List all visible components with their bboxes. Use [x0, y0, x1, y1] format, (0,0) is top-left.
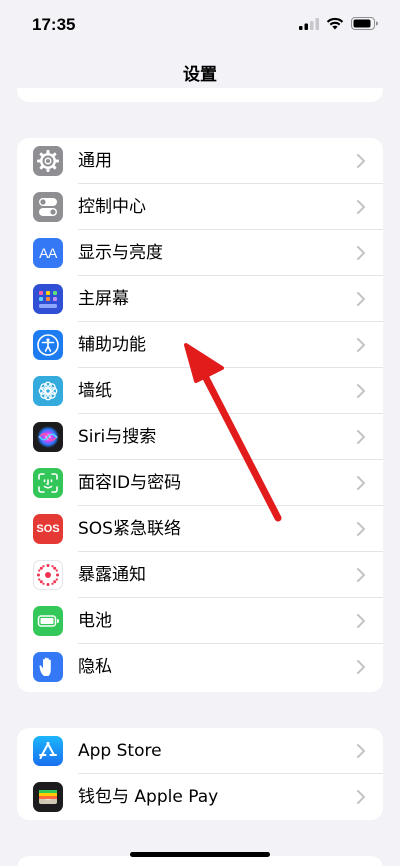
status-icons — [299, 17, 378, 30]
wallet-icon — [33, 782, 63, 812]
battery-status-icon — [351, 17, 378, 30]
settings-row-label: 钱包与 Apple Pay — [78, 787, 219, 807]
settings-row-emergency-sos[interactable]: SOS SOS紧急联络 — [17, 506, 383, 552]
chevron-right-icon — [357, 200, 365, 214]
settings-row-app-store[interactable]: App Store — [17, 728, 383, 774]
flower-icon — [33, 376, 63, 406]
settings-row-label: 暴露通知 — [78, 565, 146, 585]
settings-row-control-center[interactable]: 控制中心 — [17, 184, 383, 230]
settings-row-exposure-notifications[interactable]: 暴露通知 — [17, 552, 383, 598]
exposure-icon — [33, 560, 63, 590]
status-bar: 17:35 — [0, 0, 400, 50]
settings-row-wallet-apple-pay[interactable]: 钱包与 Apple Pay — [17, 774, 383, 820]
wifi-icon — [326, 17, 344, 30]
settings-row-label: 面容ID与密码 — [78, 473, 182, 493]
accessibility-icon — [33, 330, 63, 360]
aa-icon: AA — [33, 238, 63, 268]
settings-row-label: 显示与亮度 — [78, 243, 163, 263]
settings-row-label: App Store — [78, 741, 162, 761]
settings-group-main: 通用 控制中心 AA 显示与亮度 主屏幕 辅助功能 墙纸 Siri与搜索 面容I… — [17, 138, 383, 692]
chevron-right-icon — [357, 790, 365, 804]
aa-icon-text: AA — [39, 245, 57, 261]
settings-row-general[interactable]: 通用 — [17, 138, 383, 184]
home-screen-grid-icon — [33, 284, 63, 314]
previous-group-edge — [17, 88, 383, 102]
settings-row-label: 辅助功能 — [78, 335, 146, 355]
hand-icon — [33, 652, 63, 682]
settings-row-label: 主屏幕 — [78, 289, 129, 309]
settings-row-battery[interactable]: 电池 — [17, 598, 383, 644]
signal-icon — [299, 17, 319, 30]
chevron-right-icon — [357, 660, 365, 674]
chevron-right-icon — [357, 338, 365, 352]
next-group-edge — [17, 856, 383, 866]
chevron-right-icon — [357, 384, 365, 398]
siri-icon — [33, 422, 63, 452]
settings-screen: 17:35 设置 通用 控制中心 AA 显示与亮度 主屏幕 辅助功能 墙纸 Si… — [0, 0, 400, 866]
chevron-right-icon — [357, 568, 365, 582]
sos-icon-text: SOS — [36, 523, 60, 535]
chevron-right-icon — [357, 292, 365, 306]
settings-row-accessibility[interactable]: 辅助功能 — [17, 322, 383, 368]
settings-row-face-id-passcode[interactable]: 面容ID与密码 — [17, 460, 383, 506]
settings-row-label: 控制中心 — [78, 197, 146, 217]
status-time: 17:35 — [32, 15, 76, 34]
settings-row-label: 隐私 — [78, 657, 112, 677]
chevron-right-icon — [357, 614, 365, 628]
settings-row-home-screen[interactable]: 主屏幕 — [17, 276, 383, 322]
chevron-right-icon — [357, 744, 365, 758]
settings-row-label: 电池 — [78, 611, 112, 631]
battery-icon — [33, 606, 63, 636]
face-id-icon — [33, 468, 63, 498]
chevron-right-icon — [357, 154, 365, 168]
settings-group-store: App Store 钱包与 Apple Pay — [17, 728, 383, 820]
chevron-right-icon — [357, 430, 365, 444]
chevron-right-icon — [357, 476, 365, 490]
settings-row-display-brightness[interactable]: AA 显示与亮度 — [17, 230, 383, 276]
settings-row-privacy[interactable]: 隐私 — [17, 644, 383, 690]
page-title: 设置 — [183, 65, 217, 85]
chevron-right-icon — [357, 246, 365, 260]
settings-row-label: 通用 — [78, 151, 112, 171]
sos-icon: SOS — [33, 514, 63, 544]
chevron-right-icon — [357, 522, 365, 536]
settings-row-siri-search[interactable]: Siri与搜索 — [17, 414, 383, 460]
app-store-icon — [33, 736, 63, 766]
settings-row-wallpaper[interactable]: 墙纸 — [17, 368, 383, 414]
settings-row-label: Siri与搜索 — [78, 427, 157, 447]
toggles-icon — [33, 192, 63, 222]
gear-icon — [33, 146, 63, 176]
settings-row-label: SOS紧急联络 — [78, 519, 181, 539]
settings-row-label: 墙纸 — [78, 381, 112, 401]
home-indicator[interactable] — [130, 852, 270, 857]
